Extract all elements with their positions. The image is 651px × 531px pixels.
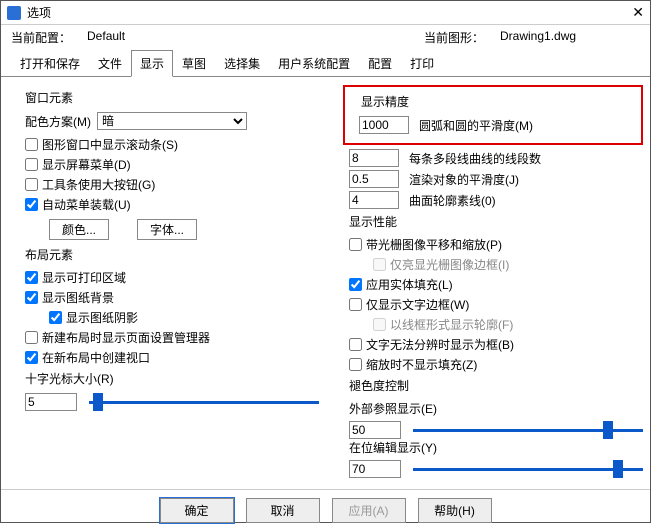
tab-selection[interactable]: 选择集 [215,50,269,77]
performance-title: 显示性能 [349,213,643,230]
tab-drafting[interactable]: 草图 [173,50,215,77]
app-icon [7,6,21,20]
cb-text-frame-label: 仅显示文字边框(W) [366,296,469,313]
cb-text-as-box-label: 文字无法分辨时显示为框(B) [366,336,514,353]
cb-text-as-box[interactable] [349,338,362,351]
cb-printable-area-label: 显示可打印区域 [42,269,126,286]
cb-solid-fill-label: 应用实体填充(L) [366,276,453,293]
tab-print[interactable]: 打印 [401,50,443,77]
arc-smooth-label: 圆弧和圆的平滑度(M) [419,117,533,134]
arc-smooth-input[interactable] [359,116,409,134]
cb-no-fill-zoom[interactable] [349,358,362,371]
cb-no-fill-zoom-label: 缩放时不显示填充(Z) [366,356,477,373]
current-drawing-value: Drawing1.dwg [500,29,640,46]
cb-automenu-label: 自动菜单装载(U) [42,196,131,213]
apply-button: 应用(A) [332,498,406,523]
fade-xref-label: 外部参照显示(E) [349,400,643,417]
cb-bigbuttons[interactable] [25,178,38,191]
cb-solid-fill[interactable] [349,278,362,291]
cb-create-viewport[interactable] [25,351,38,364]
cb-create-viewport-label: 在新布局中创建视口 [42,349,150,366]
window-elements-title: 窗口元素 [25,89,319,106]
polyline-seg-label: 每条多段线曲线的线段数 [409,150,541,167]
cancel-button[interactable]: 取消 [246,498,320,523]
colorscheme-label: 配色方案(M) [25,113,91,130]
cb-paper-shadow[interactable] [49,311,62,324]
layout-elements-title: 布局元素 [25,246,319,263]
fade-xref-slider[interactable] [413,421,643,439]
cb-automenu[interactable] [25,198,38,211]
fade-inplace-label: 在位编辑显示(Y) [349,439,643,456]
cb-raster-pan[interactable] [349,238,362,251]
surface-lines-input[interactable] [349,191,399,209]
cb-scrollbars[interactable] [25,138,38,151]
current-config-value: Default [87,29,227,46]
cb-pagesetup-mgr-label: 新建布局时显示页面设置管理器 [42,329,210,346]
tab-display[interactable]: 显示 [131,50,173,77]
cb-text-frame[interactable] [349,298,362,311]
precision-title: 显示精度 [361,93,637,110]
fonts-button[interactable]: 字体... [137,219,197,240]
cb-pagesetup-mgr[interactable] [25,331,38,344]
dialog-title: 选项 [27,4,51,21]
tab-open-save[interactable]: 打开和保存 [11,50,89,77]
current-drawing-label: 当前图形： [424,29,484,46]
fade-xref-input[interactable] [349,421,401,439]
colorscheme-select[interactable]: 暗 [97,112,247,130]
cb-screenmenu[interactable] [25,158,38,171]
crosshair-slider[interactable] [89,393,319,411]
tab-user-prefs[interactable]: 用户系统配置 [269,50,359,77]
cb-raster-frame-only-label: 仅亮显光栅图像边框(I) [390,256,509,273]
fade-inplace-slider[interactable] [413,460,643,478]
cb-bigbuttons-label: 工具条使用大按钮(G) [42,176,155,193]
cb-paper-bg-label: 显示图纸背景 [42,289,114,306]
ok-button[interactable]: 确定 [160,498,234,523]
tab-profiles[interactable]: 配置 [359,50,401,77]
tab-strip: 打开和保存 文件 显示 草图 选择集 用户系统配置 配置 打印 [1,50,650,77]
cb-raster-frame-only [373,258,386,271]
cb-raster-pan-label: 带光栅图像平移和缩放(P) [366,236,502,253]
close-icon[interactable]: ✕ [632,4,644,21]
precision-highlight-box: 显示精度 圆弧和圆的平滑度(M) [343,85,643,145]
cb-wireframe-silhouette [373,318,386,331]
cb-scrollbars-label: 图形窗口中显示滚动条(S) [42,136,178,153]
colors-button[interactable]: 颜色... [49,219,109,240]
tab-files[interactable]: 文件 [89,50,131,77]
render-smooth-label: 渲染对象的平滑度(J) [409,171,519,188]
cb-printable-area[interactable] [25,271,38,284]
fade-control-title: 褪色度控制 [349,377,643,394]
cb-paper-shadow-label: 显示图纸阴影 [66,309,138,326]
crosshair-input[interactable] [25,393,77,411]
cb-wireframe-silhouette-label: 以线框形式显示轮廓(F) [390,316,513,333]
cb-paper-bg[interactable] [25,291,38,304]
polyline-seg-input[interactable] [349,149,399,167]
surface-lines-label: 曲面轮廓素线(0) [409,192,496,209]
crosshair-label: 十字光标大小(R) [25,370,319,387]
cb-screenmenu-label: 显示屏幕菜单(D) [42,156,131,173]
render-smooth-input[interactable] [349,170,399,188]
help-button[interactable]: 帮助(H) [418,498,492,523]
current-config-label: 当前配置： [11,29,71,46]
fade-inplace-input[interactable] [349,460,401,478]
